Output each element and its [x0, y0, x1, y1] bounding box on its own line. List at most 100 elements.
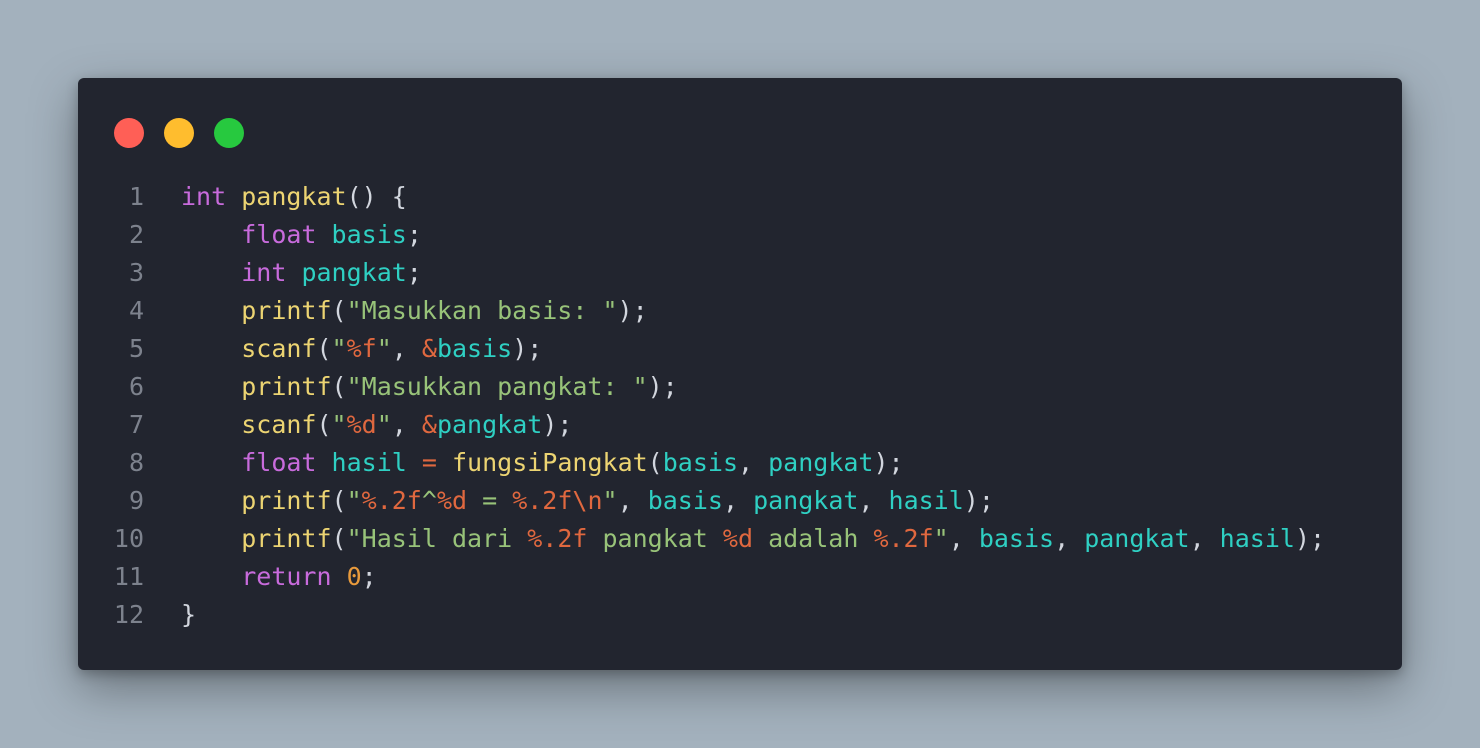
code-line: 12}: [78, 596, 1402, 634]
line-number: 2: [128, 220, 144, 249]
code-token: basis: [662, 448, 738, 477]
code-token: ,: [391, 410, 422, 439]
code-token: ,: [1054, 524, 1085, 553]
code-token: basis: [436, 334, 513, 363]
code-token: ,: [738, 448, 769, 477]
line-source: scanf("%f", &basis);: [181, 330, 542, 368]
code-token: (: [316, 334, 332, 363]
line-number: 10: [113, 524, 144, 553]
code-token: printf: [241, 296, 332, 325]
minimize-button[interactable]: [164, 118, 194, 148]
code-token: hasil: [888, 486, 964, 515]
code-token: }: [181, 600, 197, 629]
line-source: int pangkat;: [181, 254, 422, 292]
code-token: (: [316, 410, 332, 439]
code-token: basis: [331, 220, 407, 249]
code-line: 5 scanf("%f", &basis);: [78, 330, 1402, 368]
code-token: %.2f: [527, 524, 588, 553]
code-line: 10 printf("Hasil dari %.2f pangkat %d ad…: [78, 520, 1402, 558]
code-editor[interactable]: 1 int pangkat() {2 float basis; 3 int pang…: [78, 178, 1402, 634]
code-token: pangkat: [753, 486, 859, 515]
code-token: int: [241, 258, 287, 287]
line-source: scanf("%d", &pangkat);: [181, 406, 572, 444]
code-line: 7 scanf("%d", &pangkat);: [78, 406, 1402, 444]
code-line: 1 int pangkat() {: [78, 178, 1402, 216]
code-token: float: [241, 448, 317, 477]
code-token: pangkat: [301, 258, 407, 287]
code-token: (: [647, 448, 663, 477]
code-token: basis: [647, 486, 723, 515]
code-token: ": [602, 486, 618, 515]
code-token: ,: [948, 524, 979, 553]
code-token: scanf: [241, 334, 317, 363]
code-token: &: [421, 410, 437, 439]
line-number: 8: [128, 448, 144, 477]
line-source: printf("Hasil dari %.2f pangkat %d adala…: [181, 520, 1325, 558]
code-token: (: [331, 486, 347, 515]
code-line: 9 printf("%.2f^%d = %.2f\n", basis, pang…: [78, 482, 1402, 520]
code-token: ^: [421, 486, 437, 515]
code-token: printf: [241, 524, 332, 553]
code-token: () {: [346, 182, 407, 211]
line-number: 5: [128, 334, 144, 363]
code-token: ": [331, 334, 347, 363]
maximize-button[interactable]: [214, 118, 244, 148]
code-token: ;: [361, 562, 377, 591]
code-token: %d: [436, 486, 468, 515]
code-token: printf: [241, 486, 332, 515]
code-token: basis: [978, 524, 1055, 553]
line-source: int pangkat() {: [181, 178, 407, 216]
code-token: fungsiPangkat: [452, 448, 648, 477]
code-token: =: [467, 486, 513, 515]
code-token: (: [331, 296, 347, 325]
code-token: );: [1294, 524, 1326, 553]
line-source: }: [181, 596, 196, 634]
code-token: );: [647, 372, 678, 401]
code-token: pangkat: [436, 410, 543, 439]
code-token: pangkat: [241, 182, 347, 211]
code-token: pangkat: [1084, 524, 1190, 553]
code-token: );: [873, 448, 904, 477]
code-token: %.2f: [361, 486, 422, 515]
code-token: ;: [406, 258, 422, 287]
code-token: ": [376, 410, 392, 439]
line-source: return 0;: [181, 558, 377, 596]
code-line: 3 int pangkat;: [78, 254, 1402, 292]
code-token: "Masukkan basis: ": [346, 296, 618, 325]
code-line: 6 printf("Masukkan pangkat: ");: [78, 368, 1402, 406]
code-token: ": [346, 486, 362, 515]
code-token: pangkat: [768, 448, 874, 477]
close-button[interactable]: [114, 118, 144, 148]
code-token: %f: [346, 334, 377, 363]
line-number: 11: [113, 562, 144, 591]
line-source: printf("%.2f^%d = %.2f\n", basis, pangka…: [181, 482, 994, 520]
code-token: ,: [722, 486, 754, 515]
line-number: 7: [128, 410, 144, 439]
code-token: );: [617, 296, 648, 325]
code-token: );: [542, 410, 573, 439]
line-number: 12: [113, 600, 144, 629]
line-number: 9: [128, 486, 144, 515]
line-number: 3: [128, 258, 144, 287]
line-source: float basis;: [181, 216, 422, 254]
code-token: );: [512, 334, 543, 363]
code-token: %d: [346, 410, 377, 439]
line-number: 6: [128, 372, 144, 401]
code-window: 1 int pangkat() {2 float basis; 3 int pang…: [78, 78, 1402, 670]
code-token: hasil: [1219, 524, 1295, 553]
code-token: float: [241, 220, 317, 249]
code-line: 2 float basis;: [78, 216, 1402, 254]
code-token: return: [241, 562, 332, 591]
line-source: printf("Masukkan basis: ");: [181, 292, 648, 330]
